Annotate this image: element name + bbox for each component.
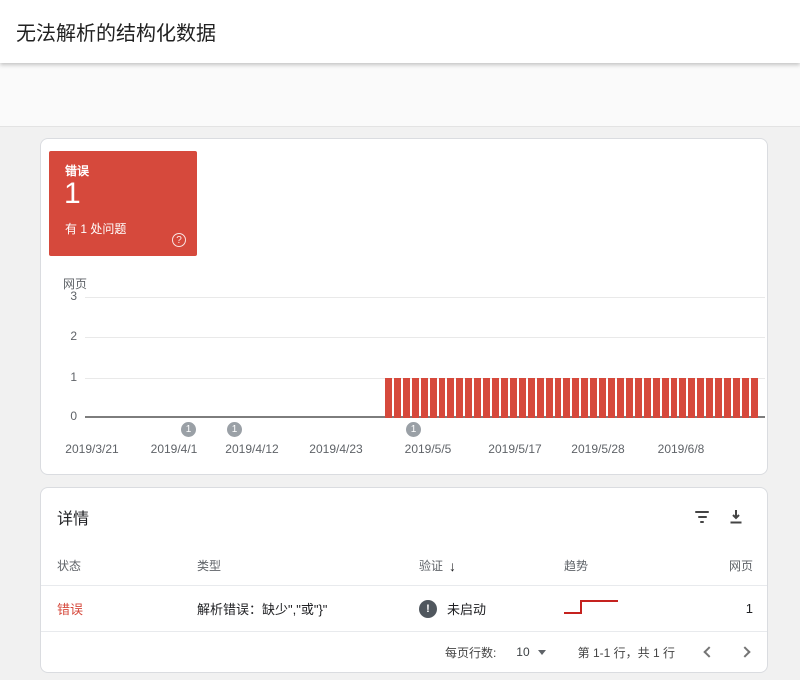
previous-page-button[interactable] [703,646,715,658]
bar [616,378,624,418]
bar [500,378,508,418]
bar [732,378,740,418]
bar [643,378,651,418]
chart-card: 错误 1 有 1 处问题 ? 网页 3 2 1 0 1 1 1 2019/3/2… [40,138,768,475]
bar [688,378,696,418]
gridline [85,297,765,298]
x-tick-label: 2019/4/1 [150,442,198,456]
row-trend [564,599,693,618]
bar [420,378,428,418]
bar [545,378,553,418]
row-pages: 1 [745,601,753,616]
bar [625,378,633,418]
row-validation-label: 未启动 [447,602,487,617]
bar [527,378,535,418]
bar [518,378,526,418]
bar [599,378,607,418]
rows-per-page-label: 每页行数: [444,645,497,660]
gridline [85,337,765,338]
bar [634,378,642,418]
bar [465,378,473,418]
column-header-type: 类型 [197,559,222,573]
y-tick: 3 [70,289,77,303]
row-validation: ! 未启动 [419,599,564,618]
bar [474,378,482,418]
help-icon[interactable]: ? [172,233,186,247]
sort-descending-icon: ↓ [449,557,457,574]
bar [429,378,437,418]
bar [661,378,669,418]
bar-series [385,378,758,418]
axis-annotation-marker[interactable]: 1 [227,422,242,437]
next-page-button[interactable] [739,646,751,658]
bar [402,378,410,418]
bar [536,378,544,418]
bar [652,378,660,418]
bar [438,378,446,418]
bar [670,378,678,418]
error-count: 1 [64,177,81,210]
bar [608,378,615,418]
bar [554,378,562,418]
error-summary-subtext: 有 1 处问题 [65,222,127,236]
trend-sparkline-icon [564,599,618,615]
bar [590,378,598,418]
column-header-pages: 网页 [728,559,753,573]
row-type: 解析错误：缺少","或"}" [197,602,328,617]
details-header: 详情 [41,488,767,546]
x-tick-label: 2019/4/23 [309,442,363,456]
bar [483,378,491,418]
bar [715,378,723,418]
bar [697,378,705,418]
details-card: 详情 状态 类型 验证 ↓ 趋势 网页 错误 解析错误：缺少","或"}" ! … [40,487,768,673]
chevron-down-icon[interactable] [537,649,546,655]
toolbar-band [0,63,800,127]
download-icon [730,510,742,524]
bar [741,378,749,418]
bar [492,378,499,418]
column-header-validation[interactable]: 验证 ↓ [419,557,564,574]
y-tick: 0 [70,409,77,423]
filter-button[interactable] [685,500,719,534]
bar [447,378,455,418]
error-summary-card[interactable]: 错误 1 有 1 处问题 ? [49,151,197,256]
bar [750,378,758,418]
table-header-row: 状态 类型 验证 ↓ 趋势 网页 [41,546,767,586]
x-tick-label: 2019/3/21 [65,442,119,456]
filter-icon [695,511,709,523]
column-header-status: 状态 [57,559,82,573]
axis-annotation-marker[interactable]: 1 [406,422,421,437]
x-tick-label: 2019/5/28 [571,442,625,456]
axis-annotation-marker[interactable]: 1 [181,422,196,437]
table-row[interactable]: 错误 解析错误：缺少","或"}" ! 未启动 1 [41,586,767,632]
bar [581,378,589,418]
pagination-range: 第 1-1 行，共 1 行 [577,645,675,660]
column-header-trend: 趋势 [564,559,589,573]
bar [563,378,571,418]
x-tick-label: 2019/6/8 [657,442,705,456]
bar [411,378,419,418]
details-title: 详情 [57,511,90,528]
exclamation-circle-icon: ! [419,599,437,618]
y-tick: 2 [70,329,77,343]
bar [706,378,714,418]
x-tick-label: 2019/4/12 [225,442,279,456]
bar [679,378,687,418]
x-tick-label: 2019/5/17 [488,442,542,456]
pagination-bar: 每页行数: 10 第 1-1 行，共 1 行 [41,632,767,672]
bar [385,378,392,418]
bar [572,378,580,418]
bar [456,378,464,418]
bar [393,378,401,418]
rows-per-page-value[interactable]: 10 [516,645,529,659]
bar [724,378,731,418]
bar [509,378,517,418]
x-tick-label: 2019/5/5 [404,442,452,456]
page-header: 无法解析的结构化数据 [0,0,800,63]
page-title: 无法解析的结构化数据 [16,23,216,45]
row-status: 错误 [57,602,84,617]
y-tick: 1 [70,370,77,384]
download-button[interactable] [719,500,753,534]
